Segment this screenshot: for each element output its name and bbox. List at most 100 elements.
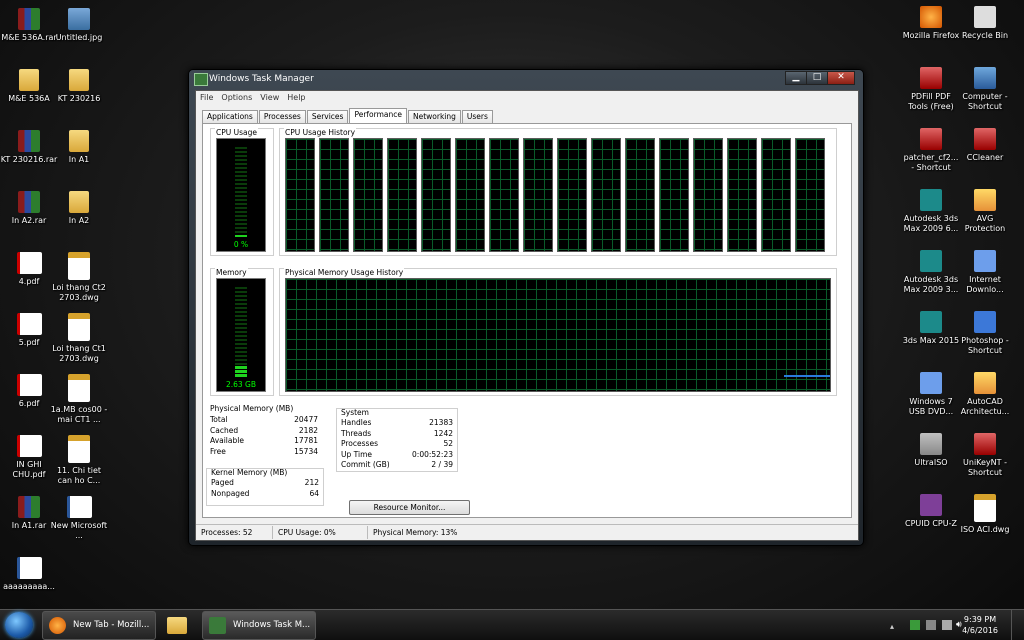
cpu-gauge-fill: [235, 234, 247, 237]
desktop-icon-label: New Microsoft ...: [50, 521, 108, 540]
desktop-icon[interactable]: Photoshop - Shortcut: [956, 311, 1014, 356]
stat-row: Nonpaged 64: [211, 489, 319, 500]
desktop-icon-label: Mozilla Firefox: [902, 31, 960, 40]
desktop-icon[interactable]: CCleaner: [956, 128, 1014, 163]
desktop-icon-label: Recycle Bin: [961, 31, 1009, 40]
desktop-icon[interactable]: In A1: [50, 130, 108, 165]
desktop-icon-label: 1a.MB cos00 - mai CT1 ...: [50, 405, 108, 424]
menu-item[interactable]: View: [260, 93, 279, 102]
desktop-icon-label: ISO ACI.dwg: [960, 525, 1010, 534]
desktop-icon[interactable]: Autodesk 3ds Max 2009 6...: [902, 189, 960, 234]
kernel-memory-title: Kernel Memory (MB): [211, 468, 288, 477]
desktop-icon[interactable]: Autodesk 3ds Max 2009 3...: [902, 250, 960, 295]
flag-icon[interactable]: [942, 620, 952, 630]
desktop-icon[interactable]: PDFill PDF Tools (Free): [902, 67, 960, 112]
firefox-icon: [49, 617, 66, 634]
cpu-usage-label: CPU Usage: [215, 128, 259, 137]
stat-row: Threads 1242: [341, 429, 453, 440]
cpu-history-label: CPU Usage History: [284, 128, 357, 137]
tab-users[interactable]: Users: [461, 110, 493, 123]
tab-processes[interactable]: Processes: [258, 110, 306, 123]
cpu-gauge-track: [235, 145, 247, 237]
tab-services[interactable]: Services: [306, 110, 349, 123]
resource-monitor-button[interactable]: Resource Monitor...: [349, 500, 470, 515]
desktop-icon[interactable]: New Microsoft ...: [50, 496, 108, 541]
minimize-button[interactable]: ▁: [785, 71, 807, 85]
desktop-icon[interactable]: Windows 7 USB DVD...: [902, 372, 960, 417]
cpu-core-graph: [727, 138, 757, 252]
desktop-icon[interactable]: In A2: [50, 191, 108, 226]
maximize-button[interactable]: □: [806, 71, 828, 85]
desktop-icon-label: In A2: [68, 216, 90, 225]
desktop-icon[interactable]: Loi thang Ct2 2703.dwg: [50, 252, 108, 303]
memory-history-label: Physical Memory Usage History: [284, 268, 405, 277]
tab-networking[interactable]: Networking: [407, 110, 461, 123]
tab-applications[interactable]: Applications: [202, 110, 258, 123]
cpu-core-graph: [557, 138, 587, 252]
desktop-icon[interactable]: Recycle Bin: [956, 6, 1014, 41]
taskbar-button-firefox[interactable]: New Tab - Mozill...: [42, 611, 156, 640]
desktop-icon-label: 3ds Max 2015: [902, 336, 960, 345]
desktop-icon[interactable]: 1a.MB cos00 - mai CT1 ...: [50, 374, 108, 425]
app-shortcut-icon: [974, 189, 996, 211]
pdf-file-icon: [16, 435, 42, 457]
desktop-icon[interactable]: UniKeyNT - Shortcut: [956, 433, 1014, 478]
stat-label: Free: [210, 446, 226, 456]
tray-expand-icon[interactable]: ▴: [890, 622, 894, 631]
desktop-icon[interactable]: Loi thang Ct1 2703.dwg: [50, 313, 108, 364]
menu-item[interactable]: Help: [287, 93, 305, 102]
cpu-core-graph: [761, 138, 791, 252]
desktop-icon[interactable]: aaaaaaaaa...: [0, 557, 58, 592]
network-icon[interactable]: [926, 620, 936, 630]
taskbar-button-label: New Tab - Mozill...: [73, 620, 150, 630]
pdf-file-icon: [16, 252, 42, 274]
app-shortcut-icon: [920, 372, 942, 394]
cpu-core-graph: [489, 138, 519, 252]
app-shortcut-icon: [920, 433, 942, 455]
cpu-usage-gauge: 0 %: [216, 138, 266, 252]
desktop-icon[interactable]: Mozilla Firefox: [902, 6, 960, 41]
desktop-icon[interactable]: AutoCAD Architectu...: [956, 372, 1014, 417]
show-desktop-button[interactable]: [1011, 610, 1024, 640]
stat-value: 64: [309, 488, 319, 498]
desktop-icon[interactable]: Computer - Shortcut: [956, 67, 1014, 112]
desktop-icon[interactable]: 3ds Max 2015: [902, 311, 960, 346]
memory-label: Memory: [215, 268, 248, 277]
desktop-icon[interactable]: CPUID CPU-Z: [902, 494, 960, 529]
desktop-icon-label: Autodesk 3ds Max 2009 6...: [903, 214, 959, 233]
pdf-file-icon: [16, 313, 42, 335]
tray-app-icon[interactable]: [910, 620, 920, 630]
memory-history-line: [784, 375, 830, 377]
desktop-icon[interactable]: AVG Protection: [956, 189, 1014, 234]
folder-file-icon: [69, 191, 89, 213]
desktop-icon-label: AVG Protection: [964, 214, 1006, 233]
status-cpu-usage: CPU Usage: 0%: [273, 526, 368, 539]
explorer-icon: [167, 617, 187, 634]
stat-row: Cached 2182: [210, 426, 318, 437]
stat-row: Available 17781: [210, 436, 318, 447]
desktop-icon[interactable]: ISO ACI.dwg: [956, 494, 1014, 535]
desktop-icon-label: Loi thang Ct1 2703.dwg: [52, 344, 106, 363]
system-clock[interactable]: 9:39 PM 4/6/2016: [962, 614, 998, 636]
desktop-icon[interactable]: patcher_cf2... - Shortcut: [902, 128, 960, 173]
physical-memory-table: Total 20477 Cached 2182 Available 17781 Free 15…: [210, 415, 318, 457]
folder-file-icon: [69, 69, 89, 91]
desktop-icon[interactable]: Internet Downlo...: [956, 250, 1014, 295]
close-button[interactable]: ✕: [827, 71, 855, 85]
menu-bar: File Options View Help: [196, 91, 858, 104]
desktop-icon[interactable]: KT 230216: [50, 69, 108, 104]
taskbar-button-task-manager[interactable]: Windows Task M...: [202, 611, 316, 640]
tab-performance[interactable]: Performance: [349, 108, 407, 123]
menu-item[interactable]: File: [200, 93, 213, 102]
desktop-icon[interactable]: UltraISO: [902, 433, 960, 468]
rar-file-icon: [18, 8, 40, 30]
start-button[interactable]: [5, 612, 33, 638]
taskbar-button-explorer[interactable]: [160, 611, 198, 640]
desktop-icon[interactable]: Untitled.jpg: [50, 8, 108, 43]
task-manager-icon: [194, 73, 208, 86]
memory-gauge-track: [235, 285, 247, 377]
cpu-core-graph: [421, 138, 451, 252]
desktop-icon[interactable]: 11. Chi tiet can ho C...: [50, 435, 108, 486]
title-bar[interactable]: Windows Task Manager ▁ □ ✕: [189, 70, 863, 88]
menu-item[interactable]: Options: [221, 93, 252, 102]
